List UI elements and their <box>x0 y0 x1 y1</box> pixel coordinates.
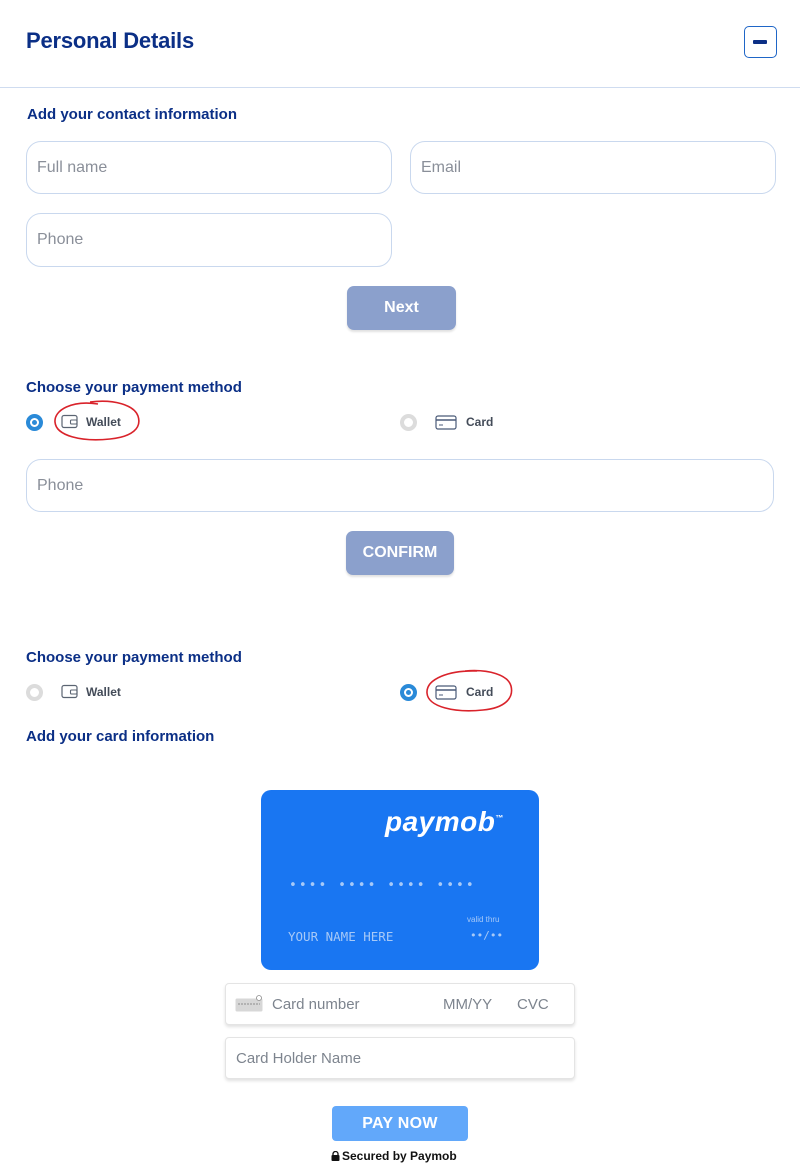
wallet-icon <box>61 684 78 699</box>
payment-method-label: Choose your payment method <box>26 649 242 666</box>
valid-thru-label: valid thru <box>467 915 500 924</box>
lock-icon <box>331 1150 340 1161</box>
card-preview: paymob™ •••• •••• •••• •••• valid thru Y… <box>261 790 539 970</box>
card-number-input[interactable]: Card number <box>272 996 360 1013</box>
pay-now-button[interactable]: PAY NOW <box>332 1106 468 1141</box>
paymob-logo: paymob™ <box>385 806 504 838</box>
annotation-circle <box>54 400 140 441</box>
card-number-mask: •••• •••• •••• •••• <box>289 878 476 893</box>
card-radio[interactable] <box>400 414 417 431</box>
card-placeholder-icon <box>235 995 263 1012</box>
credit-card-icon <box>435 415 457 430</box>
wallet-phone-input[interactable] <box>27 460 773 511</box>
contact-info-label: Add your contact information <box>27 106 237 123</box>
full-name-field[interactable] <box>26 141 392 194</box>
cvc-input[interactable]: CVC <box>517 996 549 1013</box>
card-number-field[interactable]: Card number MM/YY CVC <box>225 983 575 1025</box>
email-input[interactable] <box>411 142 775 193</box>
phone-input[interactable] <box>27 214 391 266</box>
next-button[interactable]: Next <box>347 286 456 330</box>
page-title: Personal Details <box>26 28 194 53</box>
email-field[interactable] <box>410 141 776 194</box>
card-option-label[interactable]: Card <box>466 415 493 429</box>
payment-method-label: Choose your payment method <box>26 379 242 396</box>
minus-icon <box>753 40 767 44</box>
wallet-phone-field[interactable] <box>26 459 774 512</box>
card-holder-field[interactable]: Card Holder Name <box>225 1037 575 1079</box>
expiry-input[interactable]: MM/YY <box>443 996 492 1013</box>
card-holder-input[interactable]: Card Holder Name <box>236 1050 361 1067</box>
card-radio[interactable] <box>400 684 417 701</box>
phone-field[interactable] <box>26 213 392 267</box>
card-expiry-mask: ••/•• <box>470 929 504 942</box>
annotation-circle <box>426 669 513 712</box>
card-name-placeholder: YOUR NAME HERE <box>288 929 394 944</box>
card-info-label: Add your card information <box>26 728 215 745</box>
wallet-radio[interactable] <box>26 414 43 431</box>
wallet-radio[interactable] <box>26 684 43 701</box>
collapse-button[interactable] <box>744 26 777 58</box>
confirm-button[interactable]: CONFIRM <box>346 531 454 575</box>
wallet-option-label[interactable]: Wallet <box>86 685 121 699</box>
trademark-mark: ™ <box>495 813 504 823</box>
brand-text: paymob <box>385 806 496 837</box>
secured-text: Secured by Paymob <box>342 1149 457 1163</box>
full-name-input[interactable] <box>27 142 391 193</box>
secured-badge: Secured by Paymob <box>331 1149 457 1163</box>
